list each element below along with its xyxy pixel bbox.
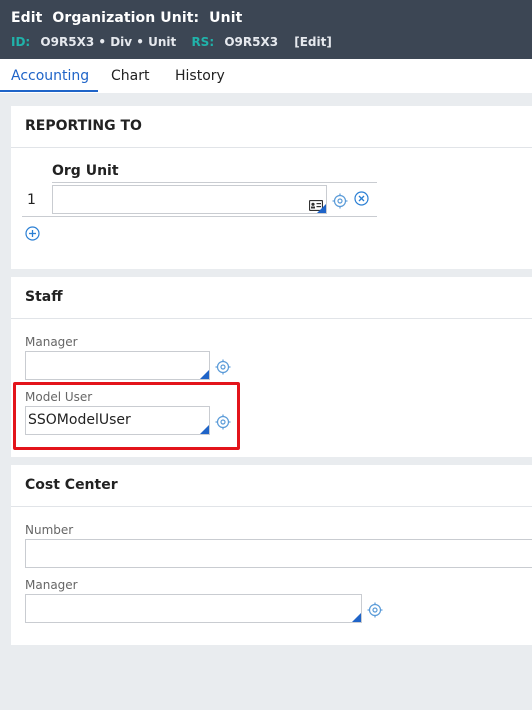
reporting-to-panel: REPORTING TO Org Unit 1 bbox=[11, 106, 532, 269]
row-rule bbox=[22, 216, 377, 217]
tab-bar: Accounting Chart History bbox=[0, 59, 532, 93]
panel-title: Staff bbox=[25, 289, 63, 305]
rs-key: RS: bbox=[191, 35, 215, 49]
panel-title: REPORTING TO bbox=[25, 118, 142, 134]
column-header-rule bbox=[52, 182, 377, 183]
cost-center-manager-input[interactable] bbox=[25, 594, 362, 623]
active-tab-indicator bbox=[0, 90, 98, 92]
target-icon[interactable] bbox=[215, 359, 231, 375]
panel-header: Cost Center bbox=[11, 465, 532, 507]
field-corner-marker bbox=[352, 613, 361, 622]
remove-circle-icon[interactable] bbox=[354, 191, 369, 206]
edit-link[interactable]: [Edit] bbox=[294, 35, 332, 49]
row-index: 1 bbox=[27, 192, 36, 208]
tab-chart[interactable]: Chart bbox=[111, 68, 149, 84]
target-icon[interactable] bbox=[367, 602, 383, 618]
field-corner-marker bbox=[317, 204, 326, 213]
tab-history[interactable]: History bbox=[175, 68, 225, 84]
manager-label: Manager bbox=[25, 335, 78, 349]
add-circle-icon[interactable] bbox=[25, 226, 40, 241]
id-value: O9R5X3 • Div • Unit bbox=[40, 35, 177, 49]
panel-header: Staff bbox=[11, 277, 532, 319]
rs-value: O9R5X3 bbox=[224, 35, 279, 49]
target-icon[interactable] bbox=[332, 193, 348, 209]
page-header: Edit Organization Unit: Unit ID: O9R5X3 … bbox=[0, 0, 532, 59]
record-identifier: ID: O9R5X3 • Div • Unit RS: O9R5X3 [Edit… bbox=[11, 35, 332, 49]
page-title: Edit Organization Unit: Unit bbox=[11, 10, 243, 26]
highlight-box bbox=[13, 382, 240, 450]
panel-header: REPORTING TO bbox=[11, 106, 532, 148]
cost-center-panel: Cost Center Number Manager bbox=[11, 465, 532, 645]
tab-accounting[interactable]: Accounting bbox=[11, 68, 89, 84]
column-header-org-unit: Org Unit bbox=[52, 163, 119, 179]
id-key: ID: bbox=[11, 35, 31, 49]
field-corner-marker bbox=[200, 370, 209, 379]
org-unit-input[interactable] bbox=[52, 185, 327, 214]
manager-input[interactable] bbox=[25, 351, 210, 380]
panel-title: Cost Center bbox=[25, 477, 118, 493]
number-label: Number bbox=[25, 523, 74, 537]
cost-center-manager-label: Manager bbox=[25, 578, 78, 592]
number-input[interactable] bbox=[25, 539, 532, 568]
